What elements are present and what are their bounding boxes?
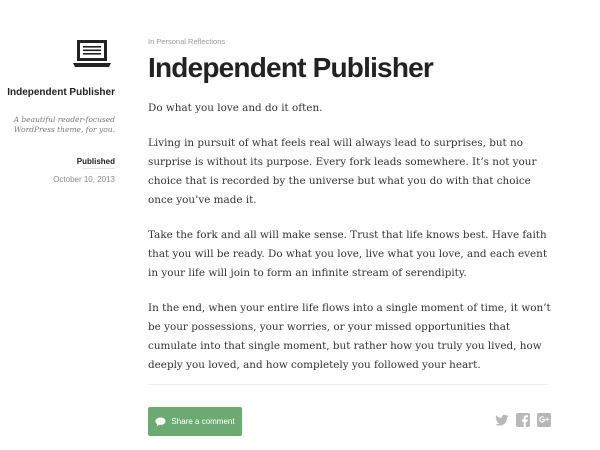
post-content: Do what you love and do it often. Living… [148, 99, 553, 391]
site-title[interactable]: Independent Publisher [5, 87, 115, 99]
publish-date[interactable]: October 10, 2013 [5, 175, 115, 185]
meta-divider [82, 168, 115, 169]
share-comment-button[interactable]: Share a comment [148, 407, 242, 436]
share-comment-label: Share a comment [171, 417, 235, 426]
twitter-icon[interactable] [495, 413, 509, 427]
site-description: A beautiful reader-focused WordPress the… [13, 115, 115, 134]
facebook-icon[interactable] [516, 413, 530, 427]
post-footer-divider [148, 384, 548, 385]
post-title: Independent Publisher [148, 52, 434, 83]
published-label: Published [76, 157, 115, 166]
post-category[interactable]: In Personal Reflections [148, 37, 225, 46]
google-plus-icon[interactable] [537, 413, 551, 427]
speech-bubble-icon [155, 417, 166, 426]
post-paragraph: Living in pursuit of what feels real wil… [148, 137, 537, 206]
laptop-icon[interactable] [72, 38, 112, 72]
post-paragraph: Take the fork and all will make sense. T… [148, 229, 548, 279]
post-paragraph: Do what you love and do it often. [148, 102, 323, 114]
post-paragraph: In the end, when your entire life flows … [148, 302, 551, 371]
